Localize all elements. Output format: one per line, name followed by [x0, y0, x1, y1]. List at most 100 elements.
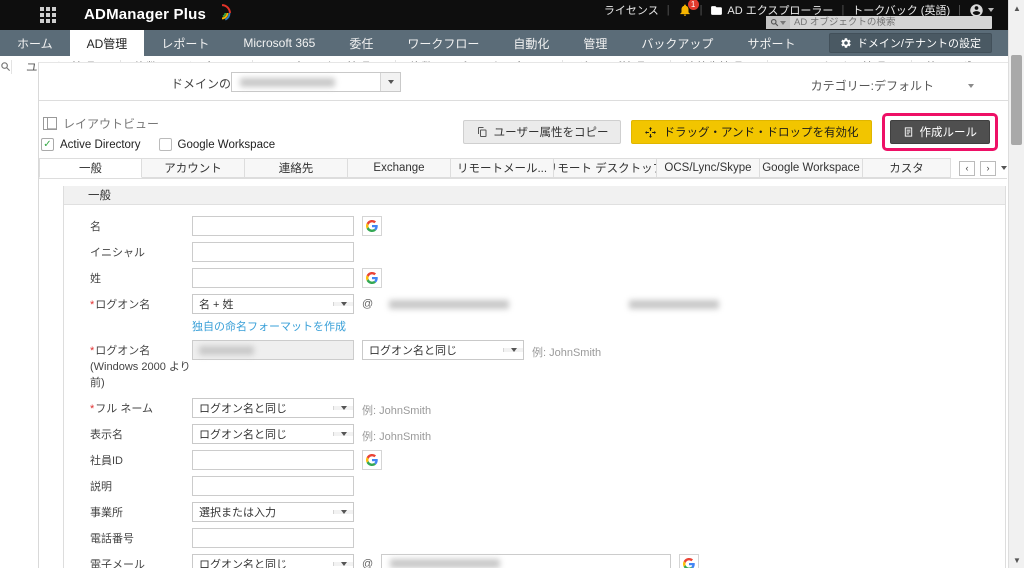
copy-button-label: ユーザー属性をコピー — [493, 127, 609, 139]
domain-tenant-settings-button[interactable]: ドメイン/テナントの設定 — [828, 33, 992, 53]
tab-account[interactable]: アカウント — [142, 158, 245, 178]
layout-view-toggle[interactable]: レイアウトビュー — [43, 115, 159, 132]
tab-workflow[interactable]: ワークフロー — [390, 30, 496, 56]
field-last-name: 姓 — [90, 268, 1005, 288]
example-hint: 例: JohnSmith — [362, 430, 432, 443]
tab-scroll-controls: ‹ › — [951, 158, 1007, 178]
attribute-tabs: 一般 アカウント 連絡先 Exchange リモートメール... リモート デス… — [39, 158, 1007, 178]
checkbox-checked-icon: ✓ — [41, 138, 54, 151]
scroll-down-arrow-icon[interactable]: ▼ — [1009, 552, 1024, 568]
last-name-input[interactable] — [192, 268, 354, 288]
tab-contact[interactable]: 連絡先 — [245, 158, 348, 178]
layout-view-label: レイアウトビュー — [63, 117, 160, 131]
google-sync-icon — [362, 449, 382, 470]
tab-support[interactable]: サポート — [730, 30, 812, 56]
field-label: 姓 — [90, 273, 101, 285]
field-label: 事業所 — [90, 506, 123, 519]
description-input[interactable] — [192, 475, 354, 496]
field-email: 電子メール ログオン名と同じ @ — [90, 553, 1005, 568]
field-label: 表示名 — [90, 428, 123, 441]
scrollbar-thumb[interactable] — [1011, 55, 1022, 145]
tab-admin[interactable]: 管理 — [566, 30, 624, 56]
chevron-down-icon — [503, 348, 523, 352]
tab-delegation[interactable]: 委任 — [332, 30, 390, 56]
email-format-select[interactable]: ログオン名と同じ — [192, 553, 354, 568]
field-logon-name: *ログオン名 名 + 姓 @ 独自の命名フォーマットを作成 — [90, 294, 1005, 334]
copy-user-attributes-button[interactable]: ユーザー属性をコピー — [462, 120, 622, 144]
example-hint: 例: JohnSmith — [532, 347, 602, 359]
field-label: 説明 — [90, 480, 112, 493]
logon-name-format-select[interactable]: 名 + 姓 — [192, 294, 354, 314]
vertical-scrollbar[interactable]: ▲ ▼ — [1008, 0, 1024, 568]
license-link[interactable]: ライセンス — [604, 2, 659, 18]
chevron-down-icon — [333, 509, 353, 514]
tab-remote-desktop[interactable]: リモート デスクトップ — [554, 158, 657, 178]
employee-id-input[interactable] — [192, 449, 354, 470]
topbar-links: ライセンス | 1 | AD エクスプローラー | トークバック (英語) | — [604, 0, 994, 18]
required-mark: * — [90, 345, 95, 357]
redacted-value — [199, 345, 254, 355]
tab-list-dropdown-icon[interactable] — [1001, 166, 1007, 170]
select-value: ログオン名と同じ — [199, 402, 287, 415]
pre2000-format-select[interactable]: ログオン名と同じ — [362, 340, 524, 360]
pre2000-logon-input[interactable] — [192, 340, 354, 360]
tab-custom[interactable]: カスタ — [863, 158, 951, 178]
scroll-up-arrow-icon[interactable]: ▲ — [1009, 0, 1024, 16]
tab-scroll-right-button[interactable]: › — [980, 160, 996, 176]
required-mark: * — [90, 299, 95, 311]
initials-input[interactable] — [192, 242, 354, 262]
layout-view-icon — [43, 117, 57, 130]
search-input[interactable] — [790, 16, 992, 29]
notifications-button[interactable]: 1 — [678, 0, 699, 17]
field-label: イニシャル — [90, 247, 145, 259]
field-employee-id: 社員ID — [90, 449, 1005, 470]
tab-automation[interactable]: 自動化 — [496, 30, 566, 56]
separator: | — [841, 4, 845, 16]
chevron-down-icon — [333, 302, 353, 306]
search-icon[interactable] — [766, 16, 790, 29]
tab-ad-management[interactable]: AD管理 — [69, 30, 145, 56]
tab-google-workspace[interactable]: Google Workspace — [760, 158, 863, 178]
brand-logo-icon — [212, 2, 232, 27]
notification-badge: 1 — [687, 0, 699, 10]
app-window: ▲ ▼ ADManager Plus ライセンス | 1 | AD エクスプロー… — [0, 0, 1024, 568]
active-directory-checkbox[interactable]: ✓ Active Directory — [41, 138, 141, 151]
chevron-down-icon — [968, 83, 974, 88]
redacted-value — [629, 299, 720, 309]
tab-reports[interactable]: レポート — [144, 30, 226, 56]
google-workspace-checkbox[interactable]: Google Workspace — [158, 138, 275, 151]
active-directory-label: Active Directory — [60, 138, 141, 151]
domain-select-dropdown[interactable] — [231, 72, 401, 92]
create-naming-format-link[interactable]: 独自の命名フォーマットを作成 — [192, 318, 805, 334]
chevron-down-icon — [380, 73, 400, 91]
upn-domain-select[interactable] — [381, 294, 805, 314]
tab-home[interactable]: ホーム — [0, 30, 70, 56]
domain-selection-row: ドメインの選択 カテゴリー:デフォルト — [39, 63, 1008, 101]
display-name-format-select[interactable]: ログオン名と同じ — [192, 423, 354, 444]
full-name-format-select[interactable]: ログオン名と同じ — [192, 397, 354, 418]
select-value: ログオン名と同じ — [199, 558, 287, 568]
tab-remote-mail[interactable]: リモートメール... — [451, 158, 554, 178]
category-label: カテゴリー:デフォルト — [810, 79, 934, 93]
tab-exchange[interactable]: Exchange — [348, 158, 451, 178]
tab-ocs-lync-skype[interactable]: OCS/Lync/Skype — [657, 158, 760, 178]
chevron-down-icon — [988, 8, 994, 12]
select-value: ログオン名と同じ — [199, 428, 287, 441]
ad-object-search[interactable] — [766, 16, 992, 29]
email-domain-input[interactable] — [381, 553, 672, 568]
category-selector[interactable]: カテゴリー:デフォルト — [811, 77, 974, 94]
select-value: 名 + 姓 — [199, 299, 234, 311]
tab-backup[interactable]: バックアップ — [624, 30, 730, 56]
phone-input[interactable] — [192, 527, 354, 548]
apps-grid-icon[interactable] — [40, 7, 57, 24]
creation-rules-button[interactable]: 作成ルール — [889, 120, 990, 144]
move-icon — [645, 126, 657, 138]
menu-search-icon[interactable] — [0, 59, 12, 74]
office-select[interactable]: 選択または入力 — [192, 501, 354, 522]
tab-scroll-left-button[interactable]: ‹ — [959, 160, 975, 176]
first-name-input[interactable] — [192, 216, 354, 236]
tab-microsoft-365[interactable]: Microsoft 365 — [226, 30, 332, 56]
separator: | — [699, 4, 703, 16]
enable-drag-and-drop-button[interactable]: ドラッグ・アンド・ドロップを有効化 — [631, 120, 872, 144]
tab-general[interactable]: 一般 — [39, 158, 142, 178]
